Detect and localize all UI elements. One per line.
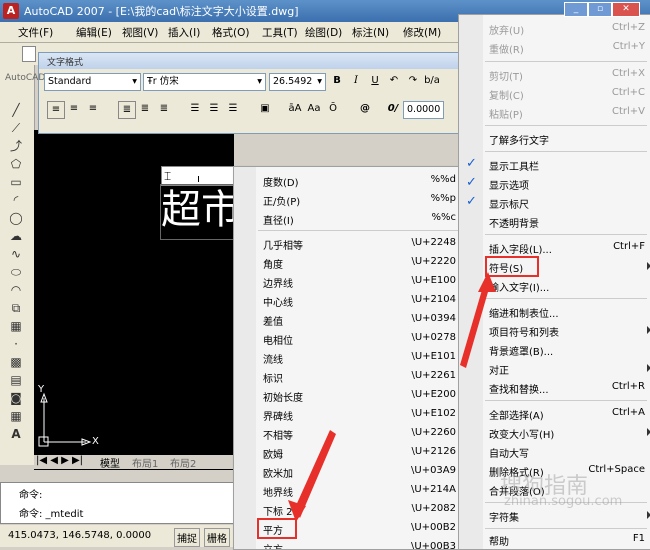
watermark-url: zhinan.sogou.com: [504, 494, 623, 509]
annotation-arrow-symbol: [460, 283, 490, 368]
annotation-arrows: [288, 272, 496, 522]
